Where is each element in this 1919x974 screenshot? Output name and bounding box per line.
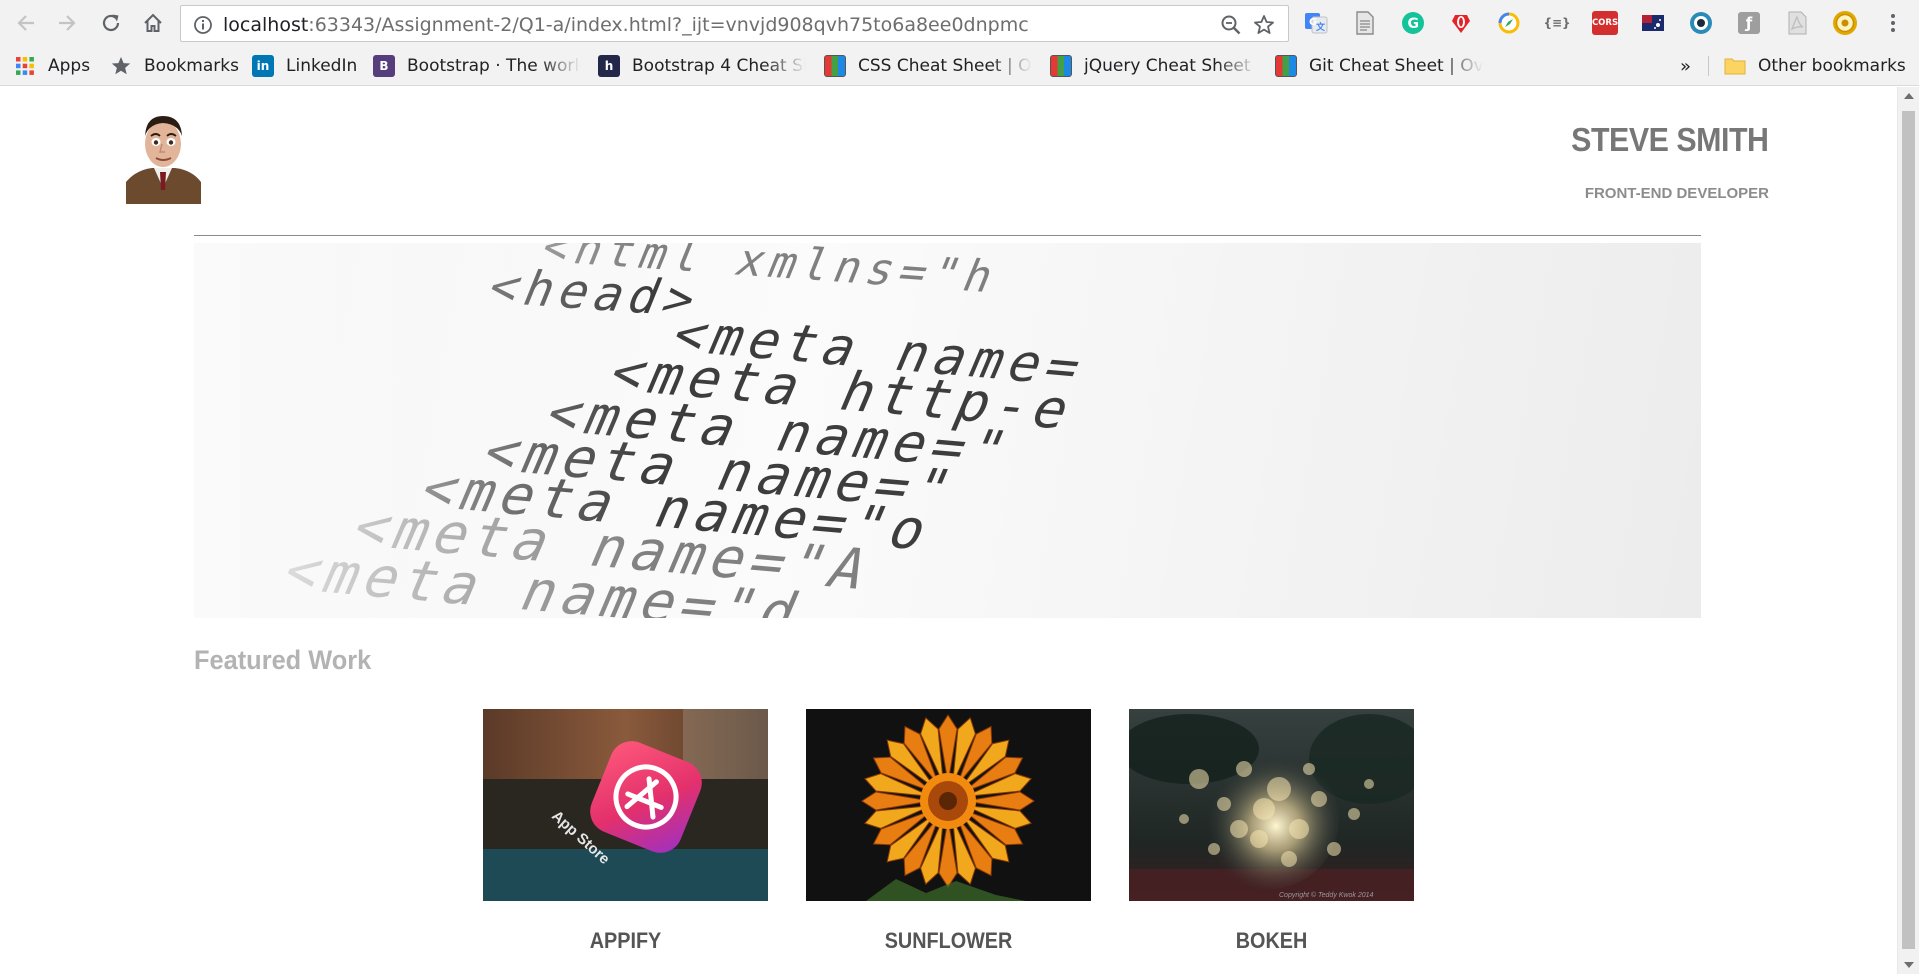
bookmark-label: Bootstrap 4 Cheat Sh [632, 56, 806, 76]
bookmark-label: CSS Cheat Sheet | Ov [858, 56, 1032, 76]
svg-text:文: 文 [1315, 21, 1326, 33]
svg-text:G: G [1408, 16, 1420, 32]
bookmark-label: Apps [48, 56, 91, 76]
font-icon[interactable]: ƒ [1736, 10, 1762, 36]
bookmark-bootstrap[interactable]: B Bootstrap · The world [373, 53, 581, 79]
overapi-icon [1050, 55, 1072, 77]
work-title[interactable]: SUNFLOWER [820, 928, 1077, 954]
bookmark-apps[interactable]: Apps [14, 53, 90, 79]
page-viewport: STEVE SMITH FRONT-END DEVELOPER <html xm… [0, 87, 1897, 974]
back-arrow-icon [17, 15, 34, 31]
work-card-appify[interactable]: App Store APPIFY [483, 709, 768, 954]
page-scrollbar[interactable] [1897, 87, 1919, 974]
bookmark-label: Bookmarks [144, 56, 239, 76]
page-subtitle: FRONT-END DEVELOPER [1584, 185, 1769, 202]
address-bar[interactable]: localhost:63343/Assignment-2/Q1-a/index.… [180, 5, 1289, 42]
page-icon[interactable] [1352, 10, 1378, 36]
zoom-icon[interactable] [1220, 14, 1242, 36]
flag-icon[interactable] [1640, 10, 1666, 36]
google-translate-icon[interactable]: G文 [1303, 10, 1329, 36]
bookmark-git-cheat[interactable]: Git Cheat Sheet | Ove [1275, 53, 1483, 79]
star-icon [110, 55, 132, 77]
browser-toolbar: localhost:63343/Assignment-2/Q1-a/index.… [0, 0, 1919, 46]
hero-code-photo: <html xmlns="h<head><meta name=<meta htt… [194, 243, 1701, 618]
page-title: STEVE SMITH [1571, 121, 1770, 158]
folder-icon [1724, 55, 1746, 77]
reload-icon [102, 14, 120, 32]
hero-image: <html xmlns="h<head><meta name=<meta htt… [194, 243, 1701, 618]
url-host: localhost [223, 14, 309, 36]
bookmark-css-cheat[interactable]: CSS Cheat Sheet | Ov [824, 53, 1032, 79]
work-card-bokeh[interactable]: Copyright © Teddy Kwok 2014 BOKEH [1129, 709, 1414, 954]
bookmarks-overflow-button[interactable]: » [1680, 53, 1691, 79]
work-thumbnail[interactable]: Copyright © Teddy Kwok 2014 [1129, 709, 1414, 901]
sunflower-photo [806, 709, 1091, 901]
compass-icon[interactable] [1496, 10, 1522, 36]
menu-button[interactable] [1881, 11, 1905, 35]
work-title[interactable]: APPIFY [497, 928, 754, 954]
url-text[interactable]: localhost:63343/Assignment-2/Q1-a/index.… [223, 14, 1029, 36]
other-bookmarks[interactable]: Other bookmarks [1724, 53, 1906, 79]
bookmark-jquery-cheat[interactable]: jQuery Cheat Sheet | [1050, 53, 1258, 79]
opera-icon[interactable] [1448, 10, 1474, 36]
bookmarks-bar: Apps Bookmarks in LinkedIn B Bootstrap ·… [0, 46, 1919, 86]
forward-button[interactable] [55, 11, 79, 35]
scroll-thumb[interactable] [1902, 111, 1915, 949]
info-icon[interactable] [193, 15, 213, 35]
kebab-menu-icon [1891, 14, 1895, 32]
apps-grid-icon [14, 55, 36, 77]
hackerthemes-icon: h [598, 55, 620, 77]
profile-photo [126, 110, 201, 204]
bookmark-label: Bootstrap · The world [407, 56, 581, 76]
bookmark-label: Git Cheat Sheet | Ove [1309, 56, 1483, 76]
bookmark-star-icon[interactable] [1252, 13, 1276, 37]
linkedin-icon: in [252, 55, 274, 77]
photo-watermark: Copyright © Teddy Kwok 2014 [1279, 891, 1374, 899]
grammarly-icon[interactable]: G [1400, 10, 1426, 36]
url-path: :63343/Assignment-2/Q1-a/index.html?_ijt… [308, 14, 1029, 36]
bookmark-linkedin[interactable]: in LinkedIn [252, 53, 357, 79]
json-icon[interactable]: {≡} [1543, 10, 1570, 36]
work-title[interactable]: BOKEH [1143, 928, 1400, 954]
bookmark-label: Other bookmarks [1758, 56, 1906, 76]
featured-work-heading: Featured Work [194, 645, 372, 675]
bokeh-photo: Copyright © Teddy Kwok 2014 [1129, 709, 1414, 901]
reload-button[interactable] [99, 11, 123, 35]
home-button[interactable] [141, 11, 165, 35]
bookmark-bookmarks[interactable]: Bookmarks [110, 53, 239, 79]
forward-arrow-icon [59, 15, 76, 31]
bookmark-label: jQuery Cheat Sheet | [1084, 56, 1258, 76]
bookmarks-separator [1708, 56, 1709, 76]
avatar [126, 110, 201, 204]
bookmark-bootstrap4-cheat[interactable]: h Bootstrap 4 Cheat Sh [598, 53, 806, 79]
header-divider [194, 235, 1701, 236]
overapi-icon [1275, 55, 1297, 77]
bookmark-label: LinkedIn [286, 56, 358, 76]
cors-icon[interactable]: CORS [1592, 10, 1618, 36]
pdf-icon[interactable] [1784, 10, 1810, 36]
back-button[interactable] [14, 11, 38, 35]
overapi-icon [824, 55, 846, 77]
coin-icon[interactable] [1832, 10, 1858, 36]
scroll-up-arrow-icon[interactable] [1904, 93, 1914, 99]
app-store-photo: App Store [483, 709, 768, 901]
eye-icon[interactable] [1688, 10, 1714, 36]
work-thumbnail[interactable]: App Store [483, 709, 768, 901]
scroll-down-arrow-icon[interactable] [1904, 962, 1914, 968]
home-icon [144, 13, 162, 32]
work-card-sunflower[interactable]: SUNFLOWER [806, 709, 1091, 954]
bootstrap-icon: B [373, 55, 395, 77]
work-thumbnail[interactable] [806, 709, 1091, 901]
